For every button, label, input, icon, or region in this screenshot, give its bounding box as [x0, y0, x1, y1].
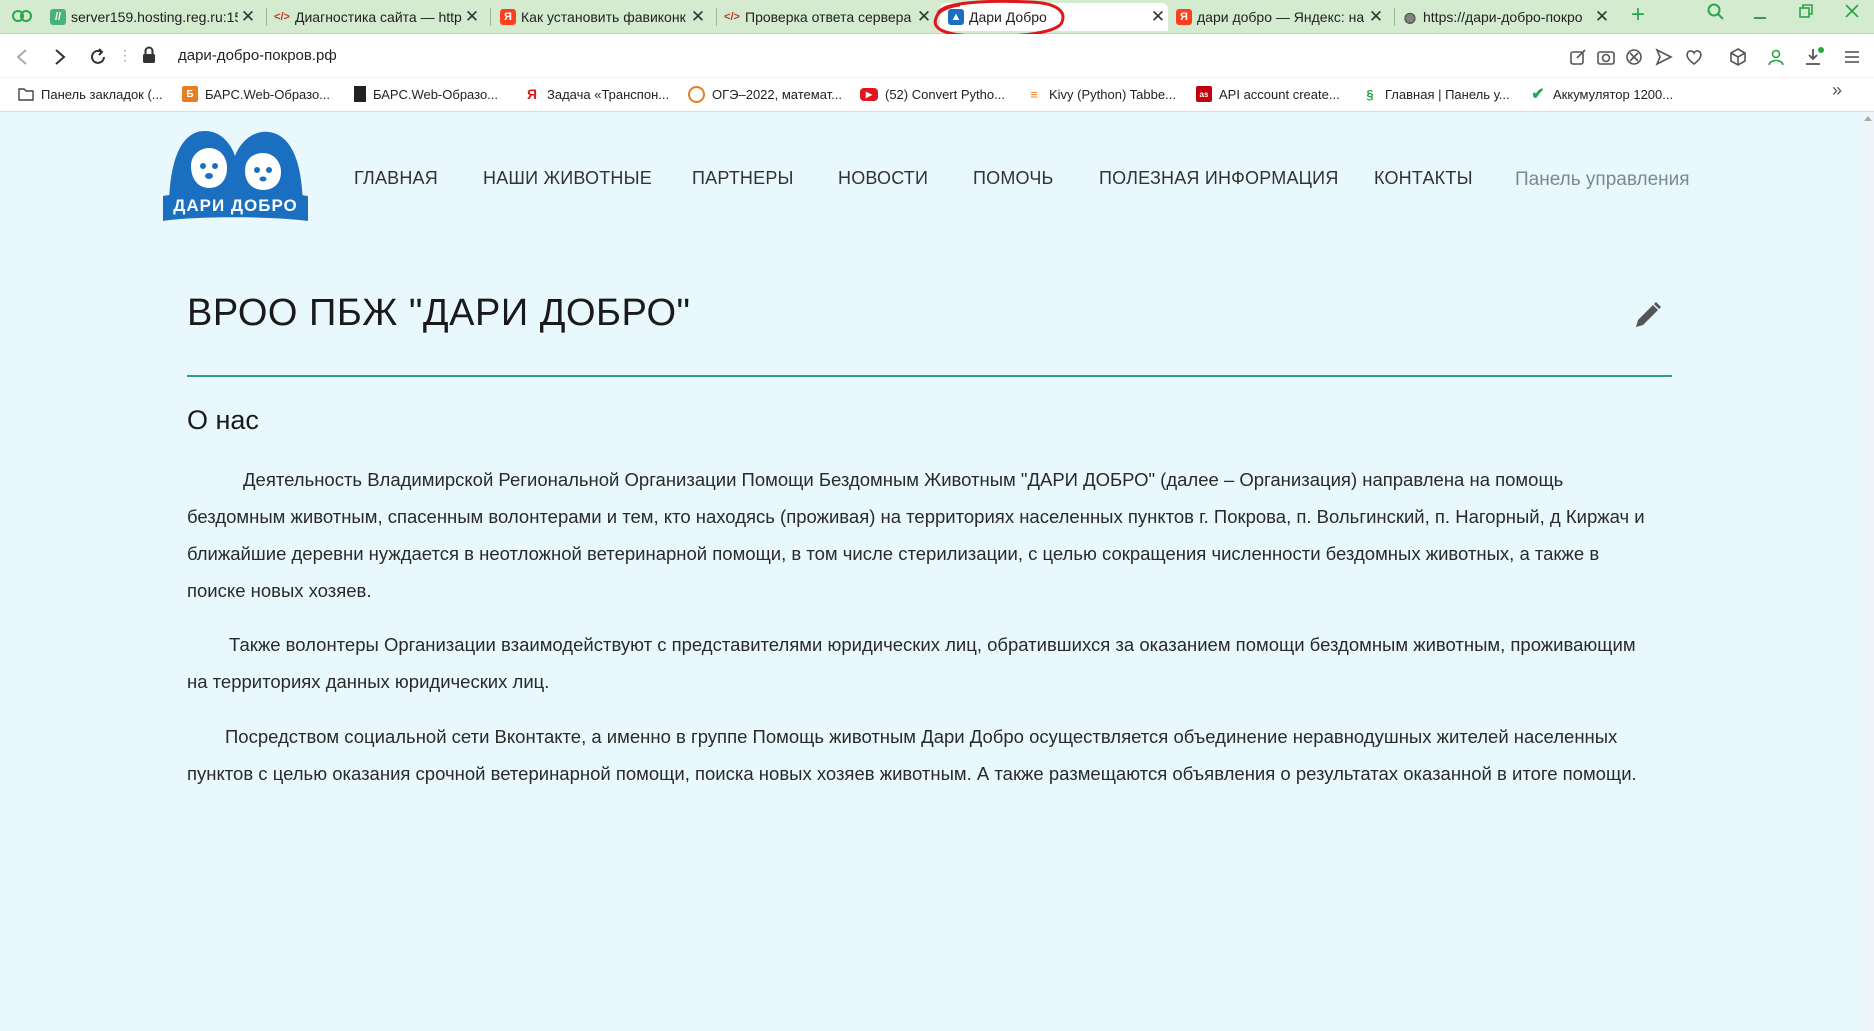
heart-icon[interactable] [1682, 45, 1706, 69]
about-paragraph-3: Посредством социальной сети Вконтакте, а… [187, 726, 1637, 784]
globe-icon: ◍ [1403, 8, 1417, 25]
bookmark-item[interactable]: as API account create... [1196, 84, 1340, 104]
close-window-icon[interactable] [1832, 3, 1872, 24]
bookmark-item[interactable]: Панель закладок (... [18, 84, 163, 104]
checkmark-icon: ✔ [1531, 86, 1545, 103]
url-field[interactable]: дари-добро-покров.рф [178, 47, 337, 64]
nav-contacts[interactable]: КОНТАКТЫ [1374, 168, 1473, 189]
search-tabs-icon[interactable] [1696, 3, 1736, 26]
tab-label: Как установить фавиконк [521, 9, 686, 25]
nav-our-animals[interactable]: НАШИ ЖИВОТНЫЕ [483, 168, 652, 189]
tab-separator [266, 8, 267, 26]
pencil-edit-icon[interactable] [1633, 300, 1663, 330]
download-icon[interactable] [1802, 45, 1826, 69]
bookmark-label: API account create... [1219, 86, 1340, 102]
share-icon[interactable] [1566, 45, 1590, 69]
more-vertical-icon[interactable]: ⋮ [118, 47, 132, 64]
minimize-icon[interactable] [1740, 2, 1780, 27]
bookmarks-more-button[interactable]: » [1832, 80, 1842, 101]
tab-server-response[interactable]: </> Проверка ответа сервера ✕ [724, 3, 934, 31]
bookmark-label: БАРС.Web-Образо... [373, 86, 499, 102]
nav-news[interactable]: НОВОСТИ [838, 168, 928, 189]
file-icon [354, 86, 366, 102]
tab-site-diagnostics[interactable]: </> Диагностика сайта — http ✕ [274, 3, 482, 31]
bookmark-item[interactable]: БАРС.Web-Образо... [354, 84, 498, 104]
restore-icon[interactable] [1786, 3, 1826, 24]
bookmark-label: Задача «Транспон... [547, 86, 670, 102]
bars-icon: Б [182, 86, 198, 102]
forward-icon[interactable] [46, 43, 74, 71]
reload-icon[interactable] [84, 43, 112, 71]
tab-label: server159.hosting.reg.ru:15 [71, 9, 238, 25]
back-icon[interactable] [8, 43, 36, 71]
nav-useful-info[interactable]: ПОЛЕЗНАЯ ИНФОРМАЦИЯ [1099, 168, 1339, 189]
yandex-icon: Я [500, 9, 516, 25]
close-icon[interactable]: ✕ [238, 7, 258, 27]
about-paragraph-1: Деятельность Владимирской Региональной О… [187, 469, 1645, 601]
tab-favicon-howto[interactable]: Я Как установить фавиконк ✕ [500, 3, 708, 31]
scroll-up-arrow[interactable] [1864, 116, 1872, 121]
close-icon[interactable]: ✕ [688, 7, 708, 27]
oge-icon [688, 85, 705, 103]
section-heading: О нас [187, 405, 259, 435]
tab-separator [1394, 8, 1395, 26]
site-logo[interactable]: ДАРИ ДОБРО [163, 126, 308, 226]
new-tab-button[interactable]: + [1624, 1, 1652, 29]
tab-label: Диагностика сайта — http [295, 9, 462, 25]
close-icon[interactable]: ✕ [462, 7, 482, 27]
bookmark-item[interactable]: ✔ Аккумулятор 1200... [1530, 84, 1673, 104]
lock-icon[interactable] [142, 46, 156, 69]
yandex-icon: Я [1176, 9, 1192, 25]
reg-ru-icon: // [50, 9, 66, 25]
bookmark-label: Панель закладок (... [41, 86, 163, 102]
bookmark-label: ОГЭ–2022, математ... [712, 86, 843, 102]
close-icon[interactable]: ✕ [1366, 7, 1386, 27]
folder-icon [18, 86, 34, 102]
youtube-icon: ▶ [860, 87, 878, 101]
code-icon: </> [724, 11, 740, 23]
logo-text: ДАРИ ДОБРО [173, 196, 298, 215]
bookmark-item[interactable]: Я Задача «Транспон... [524, 84, 669, 104]
send-icon[interactable] [1652, 45, 1676, 69]
tab-label: Проверка ответа сервера [745, 9, 912, 25]
about-paragraph-2: Также волонтеры Организации взаимодейств… [187, 634, 1636, 692]
code-icon: </> [274, 11, 290, 23]
close-icon[interactable]: ✕ [1592, 7, 1612, 27]
tab-https-site[interactable]: ◍ https://дари-добро-покро ✕ [1402, 3, 1612, 31]
cube-icon[interactable] [1726, 45, 1750, 69]
lastfm-icon: as [1196, 86, 1212, 102]
yandex-icon: Я [526, 86, 538, 102]
camera-icon[interactable] [1594, 45, 1618, 69]
tab-server159[interactable]: // server159.hosting.reg.ru:15 ✕ [50, 3, 258, 31]
browser-logo-icon[interactable] [12, 8, 32, 24]
bookmark-item[interactable]: § Главная | Панель у... [1362, 84, 1510, 104]
bookmark-label: Главная | Панель у... [1385, 86, 1510, 102]
bookmark-label: Аккумулятор 1200... [1553, 86, 1674, 102]
title-divider [187, 375, 1672, 377]
nav-home[interactable]: ГЛАВНАЯ [354, 168, 438, 189]
stackoverflow-icon: ≡ [1030, 86, 1038, 102]
tab-yandex-search[interactable]: Я дари добро — Яндекс: на ✕ [1176, 3, 1386, 31]
page-title: ВРОО ПБЖ "ДАРИ ДОБРО" [187, 292, 691, 334]
block-icon[interactable] [1622, 45, 1646, 69]
bookmark-label: Kivy (Python) Tabbe... [1049, 86, 1176, 102]
scrollbar[interactable] [1862, 112, 1874, 1031]
bookmark-item[interactable]: Б БАРС.Web-Образо... [182, 84, 330, 104]
bookmark-item[interactable]: ▶ (52) Convert Pytho... [860, 84, 1005, 104]
profile-icon[interactable] [1764, 45, 1788, 69]
bookmark-item[interactable]: ОГЭ–2022, математ... [688, 84, 842, 104]
admin-panel-link[interactable]: Панель управления [1515, 169, 1690, 191]
tab-label: https://дари-добро-покро [1423, 9, 1583, 25]
tab-label: дари добро — Яндекс: на [1197, 9, 1365, 25]
bookmark-item[interactable]: ≡ Kivy (Python) Tabbe... [1026, 84, 1176, 104]
bookmark-label: БАРС.Web-Образо... [205, 86, 331, 102]
bookmark-label: (52) Convert Pytho... [885, 86, 1005, 102]
nav-partners[interactable]: ПАРТНЕРЫ [692, 168, 794, 189]
tab-separator [490, 8, 491, 26]
nav-help[interactable]: ПОМОЧЬ [973, 168, 1054, 189]
menu-icon[interactable] [1840, 45, 1864, 69]
close-icon[interactable]: ✕ [1148, 7, 1168, 27]
reg-icon: § [1366, 86, 1374, 102]
tab-separator [716, 8, 717, 26]
